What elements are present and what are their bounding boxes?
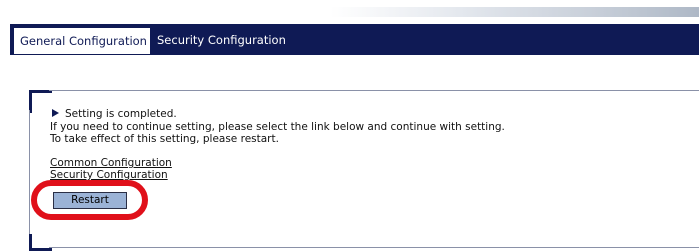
content-frame-corner-top-left [29, 90, 52, 113]
status-text: Setting is completed. [65, 108, 177, 120]
tab-divider [10, 54, 699, 55]
security-configuration-link[interactable]: Security Configuration [50, 169, 168, 181]
restart-notice-text: To take effect of this setting, please r… [50, 133, 279, 145]
common-configuration-link[interactable]: Common Configuration [50, 157, 172, 169]
content-frame-left-border [29, 110, 30, 240]
tab-security-configuration[interactable]: Security Configuration [151, 27, 286, 54]
arrow-right-icon [52, 109, 59, 117]
content-frame-corner-bottom-left [29, 234, 52, 251]
status-message: Setting is completed. [52, 108, 177, 120]
instruction-text: If you need to continue setting, please … [50, 121, 505, 133]
header-gradient-band [330, 7, 699, 17]
restart-button[interactable]: Restart [53, 192, 127, 209]
tab-general-configuration[interactable]: General Configuration [13, 27, 151, 54]
tab-bar: General Configuration Security Configura… [10, 24, 699, 54]
content-frame-top-border [49, 90, 699, 91]
